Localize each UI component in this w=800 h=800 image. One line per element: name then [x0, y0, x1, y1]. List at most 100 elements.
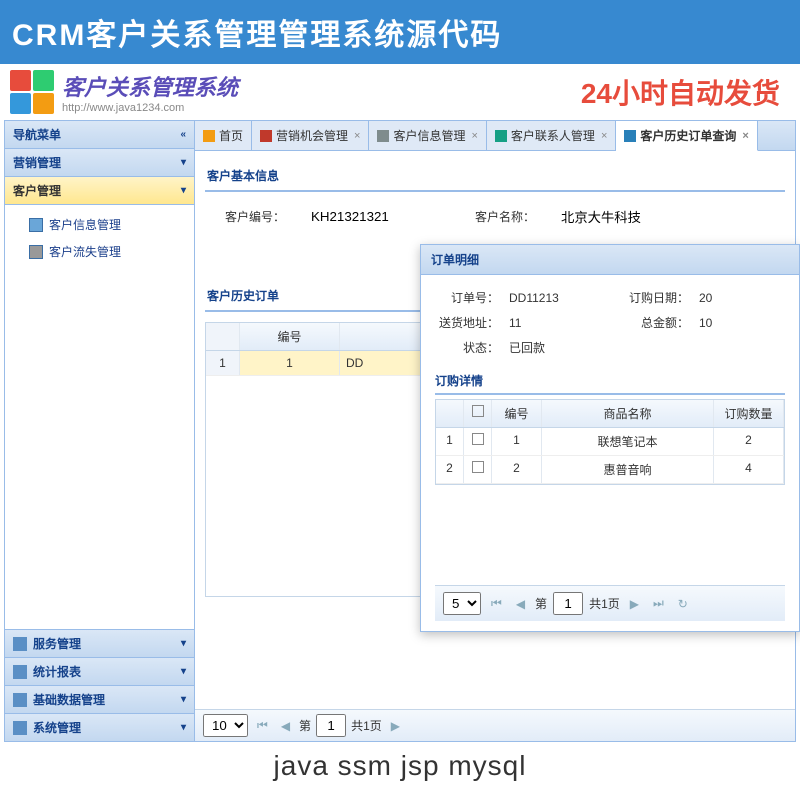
- menu-item-customer-loss[interactable]: 客户流失管理: [5, 238, 194, 265]
- customer-info-section: 客户基本信息: [205, 161, 785, 192]
- marketing-icon: [260, 130, 272, 142]
- row-id: 2: [492, 456, 542, 483]
- row-index: 1: [436, 428, 464, 455]
- logo-url: http://www.java1234.com: [62, 102, 238, 114]
- sidebar-header-label: 导航菜单: [13, 126, 61, 143]
- data-icon: [13, 693, 27, 707]
- chart-icon: [13, 665, 27, 679]
- tab-label: 客户历史订单查询: [640, 127, 736, 144]
- customer-code-value: [305, 206, 445, 227]
- history-icon: [624, 130, 636, 142]
- items-grid-header: 编号 商品名称 订购数量: [436, 400, 784, 428]
- item-row[interactable]: 1 1 联想笔记本 2: [436, 428, 784, 456]
- menu-item-customer-info[interactable]: 客户信息管理: [5, 211, 194, 238]
- address-value: 11: [509, 316, 619, 330]
- promo-text: 24小时自动发货: [581, 72, 780, 112]
- chevron-down-icon: ▾: [181, 157, 186, 168]
- pager-prev-icon[interactable]: ◀: [512, 595, 529, 613]
- close-icon[interactable]: ×: [471, 130, 477, 142]
- sidebar-section-marketing[interactable]: 营销管理 ▾: [5, 149, 194, 177]
- col-product[interactable]: 商品名称: [542, 400, 714, 427]
- col-index: [436, 400, 464, 427]
- page-size-select[interactable]: 5: [443, 592, 481, 615]
- sidebar-section-reports[interactable]: 统计报表 ▾: [5, 657, 194, 685]
- row-qty: 4: [714, 456, 784, 483]
- collapse-icon[interactable]: «: [180, 129, 186, 140]
- home-icon: [203, 130, 215, 142]
- col-qty[interactable]: 订购数量: [714, 400, 784, 427]
- tab-label: 客户信息管理: [393, 127, 465, 144]
- tab-home[interactable]: 首页: [195, 121, 252, 150]
- tab-label: 营销机会管理: [276, 127, 348, 144]
- lock-icon: [29, 245, 43, 259]
- order-no-value: DD11213: [509, 291, 619, 305]
- pager-next-icon[interactable]: ▶: [387, 717, 404, 735]
- dialog-title[interactable]: 订单明细: [421, 245, 799, 275]
- page-input[interactable]: [316, 714, 346, 737]
- pager-next-icon[interactable]: ▶: [626, 595, 643, 613]
- item-row[interactable]: 2 2 惠普音响 4: [436, 456, 784, 484]
- header-row: 客户关系管理系统 http://www.java1234.com 24小时自动发…: [0, 64, 800, 120]
- checkbox-icon[interactable]: [472, 405, 484, 417]
- sidebar-accordion: 服务管理▾ 统计报表 ▾ 基础数据管理 ▾ 系统管理 ▾: [5, 629, 194, 741]
- tech-stack: java ssm jsp mysql: [0, 742, 800, 790]
- col-checkbox[interactable]: [464, 400, 492, 427]
- order-no-label: 订单号：: [435, 289, 499, 306]
- pager-last-icon[interactable]: ⏭: [649, 594, 668, 613]
- tab-history-orders[interactable]: 客户历史订单查询 ×: [616, 121, 757, 151]
- menu-item-label: 客户信息管理: [49, 216, 121, 233]
- pager-prev-icon[interactable]: ◀: [277, 717, 294, 735]
- section-label: 系统管理: [33, 719, 81, 736]
- tab-label: 首页: [219, 127, 243, 144]
- row-checkbox[interactable]: [472, 461, 484, 473]
- order-items-section: 订购详情: [435, 368, 785, 395]
- row-product: 联想笔记本: [542, 428, 714, 455]
- close-icon[interactable]: ×: [601, 130, 607, 142]
- col-id[interactable]: 编号: [240, 323, 340, 350]
- customer-info-row: 客户编号： 客户名称：: [205, 202, 785, 231]
- sidebar-spacer: [5, 271, 194, 629]
- refresh-icon[interactable]: ↻: [674, 595, 692, 613]
- pager-first-icon[interactable]: ⏮: [487, 594, 506, 613]
- service-icon: [13, 637, 27, 651]
- tab-contacts[interactable]: 客户联系人管理 ×: [487, 121, 616, 150]
- tab-strip: 首页 营销机会管理 × 客户信息管理 × 客户联系人管理 × 客户历史订单查询 ×: [195, 121, 795, 151]
- status-label: 状态：: [435, 339, 499, 356]
- order-detail-dialog: 订单明细 订单号： DD11213 订购日期： 20 送货地址： 11 总金额：…: [420, 244, 800, 632]
- section-label: 统计报表: [33, 663, 81, 680]
- chevron-down-icon: ▾: [181, 638, 186, 649]
- tab-customer-info[interactable]: 客户信息管理 ×: [369, 121, 486, 150]
- row-checkbox[interactable]: [472, 433, 484, 445]
- pager-first-icon[interactable]: ⏮: [253, 716, 272, 735]
- sidebar-menu: 客户信息管理 客户流失管理: [5, 205, 194, 271]
- section-label: 基础数据管理: [33, 691, 105, 708]
- page-label: 第: [535, 595, 547, 612]
- sidebar: 导航菜单 « 营销管理 ▾ 客户管理 ▾ 客户信息管理 客户流失管理 服务管理▾…: [5, 121, 195, 741]
- col-id[interactable]: 编号: [492, 400, 542, 427]
- sidebar-section-system[interactable]: 系统管理 ▾: [5, 713, 194, 741]
- tab-marketing[interactable]: 营销机会管理 ×: [252, 121, 369, 150]
- section-label: 客户管理: [13, 182, 61, 199]
- total-label: 总金额：: [629, 314, 689, 331]
- chevron-down-icon: ▾: [181, 666, 186, 677]
- menu-item-label: 客户流失管理: [49, 243, 121, 260]
- row-index: 2: [436, 456, 464, 483]
- status-value: 已回款: [509, 339, 619, 356]
- main-pager: 10 ⏮ ◀ 第 共1页 ▶: [195, 709, 795, 741]
- logo-title: 客户关系管理系统: [62, 70, 238, 102]
- sidebar-section-customer[interactable]: 客户管理 ▾: [5, 177, 194, 205]
- tab-label: 客户联系人管理: [511, 127, 595, 144]
- sidebar-section-service[interactable]: 服务管理▾: [5, 629, 194, 657]
- order-date-label: 订购日期：: [629, 289, 689, 306]
- close-icon[interactable]: ×: [354, 130, 360, 142]
- sidebar-section-basedata[interactable]: 基础数据管理 ▾: [5, 685, 194, 713]
- close-icon[interactable]: ×: [742, 130, 748, 142]
- row-product: 惠普音响: [542, 456, 714, 483]
- chevron-down-icon: ▾: [181, 185, 186, 196]
- chevron-down-icon: ▾: [181, 722, 186, 733]
- logo: 客户关系管理系统 http://www.java1234.com: [10, 70, 238, 114]
- chevron-down-icon: ▾: [181, 694, 186, 705]
- page-input[interactable]: [553, 592, 583, 615]
- page-size-select[interactable]: 10: [203, 714, 248, 737]
- page-total: 共1页: [589, 595, 620, 612]
